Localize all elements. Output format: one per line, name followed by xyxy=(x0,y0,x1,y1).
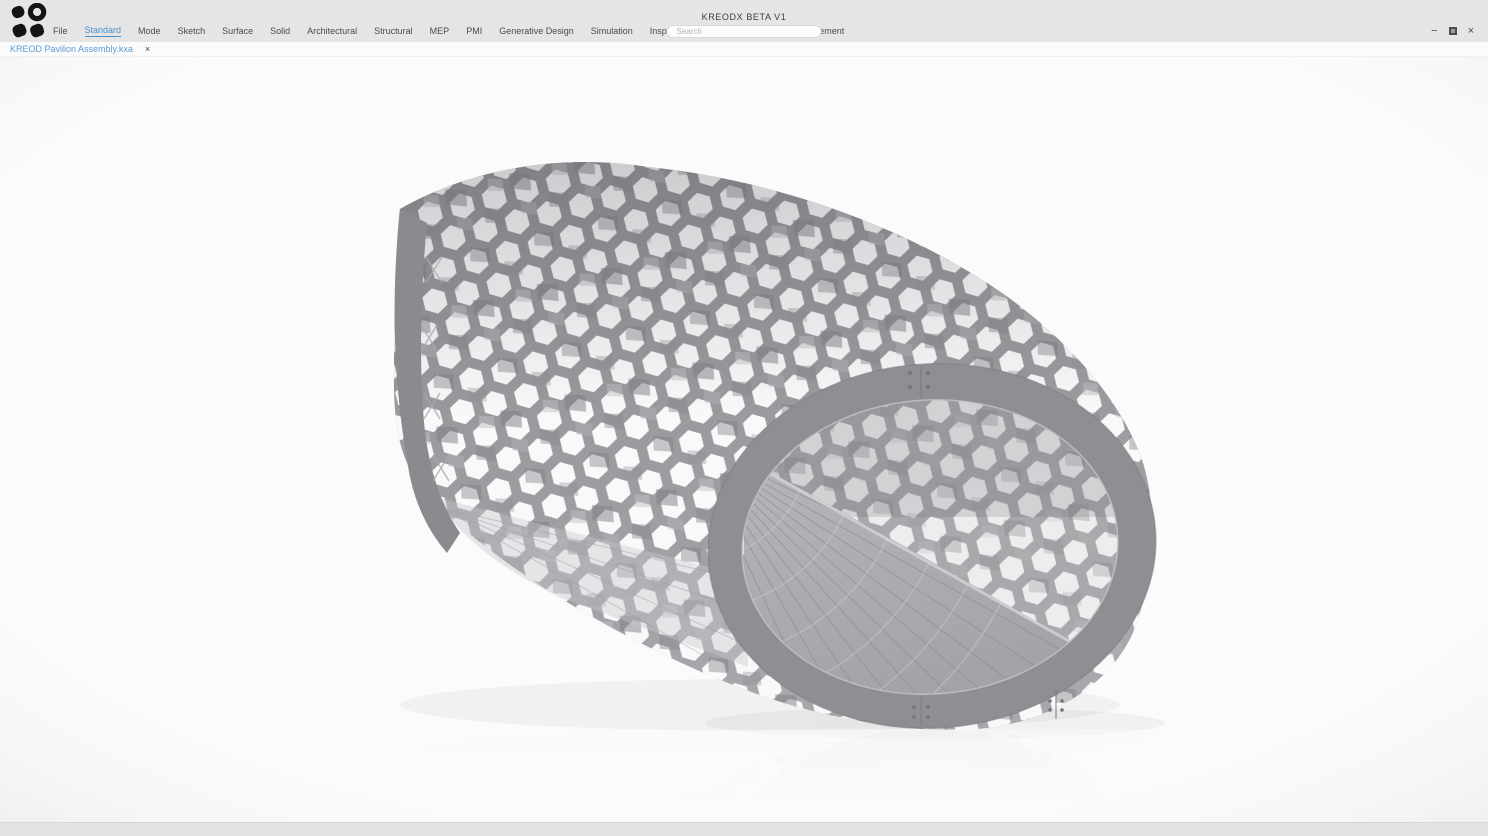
menu-item-simulation[interactable]: Simulation xyxy=(591,26,633,37)
viewport-3d[interactable] xyxy=(0,57,1488,822)
menu-item-structural[interactable]: Structural xyxy=(374,26,413,37)
menu-item-mep[interactable]: MEP xyxy=(430,26,450,37)
document-tab-label: KREOD Pavilion Assembly.kxa xyxy=(10,44,133,54)
close-button[interactable]: × xyxy=(1468,26,1474,36)
app-window: KREODX BETA V1 − × File Standard Mode Sk… xyxy=(0,0,1488,836)
tab-close-icon[interactable]: × xyxy=(145,45,150,54)
window-controls: − × xyxy=(1431,26,1474,36)
pavilion-3d-render xyxy=(0,57,1488,822)
document-tabbar: KREOD Pavilion Assembly.kxa × xyxy=(0,42,1488,57)
titlebar: KREODX BETA V1 − × File Standard Mode Sk… xyxy=(0,0,1488,42)
minimize-button[interactable]: − xyxy=(1431,26,1437,36)
menu-item-file[interactable]: File xyxy=(53,26,68,37)
search-box xyxy=(667,21,822,39)
search-input[interactable] xyxy=(667,25,822,38)
menu-item-surface[interactable]: Surface xyxy=(222,26,253,37)
menu-item-pmi[interactable]: PMI xyxy=(466,26,482,37)
menu-item-mode[interactable]: Mode xyxy=(138,26,161,37)
status-bar xyxy=(0,822,1488,836)
menu-item-sketch[interactable]: Sketch xyxy=(178,26,206,37)
menu-item-generative-design[interactable]: Generative Design xyxy=(499,26,574,37)
menu-item-architectural[interactable]: Architectural xyxy=(307,26,357,37)
menu-item-solid[interactable]: Solid xyxy=(270,26,290,37)
document-tab[interactable]: KREOD Pavilion Assembly.kxa × xyxy=(0,42,160,56)
menu-item-standard[interactable]: Standard xyxy=(85,25,122,37)
maximize-button[interactable] xyxy=(1449,27,1457,35)
